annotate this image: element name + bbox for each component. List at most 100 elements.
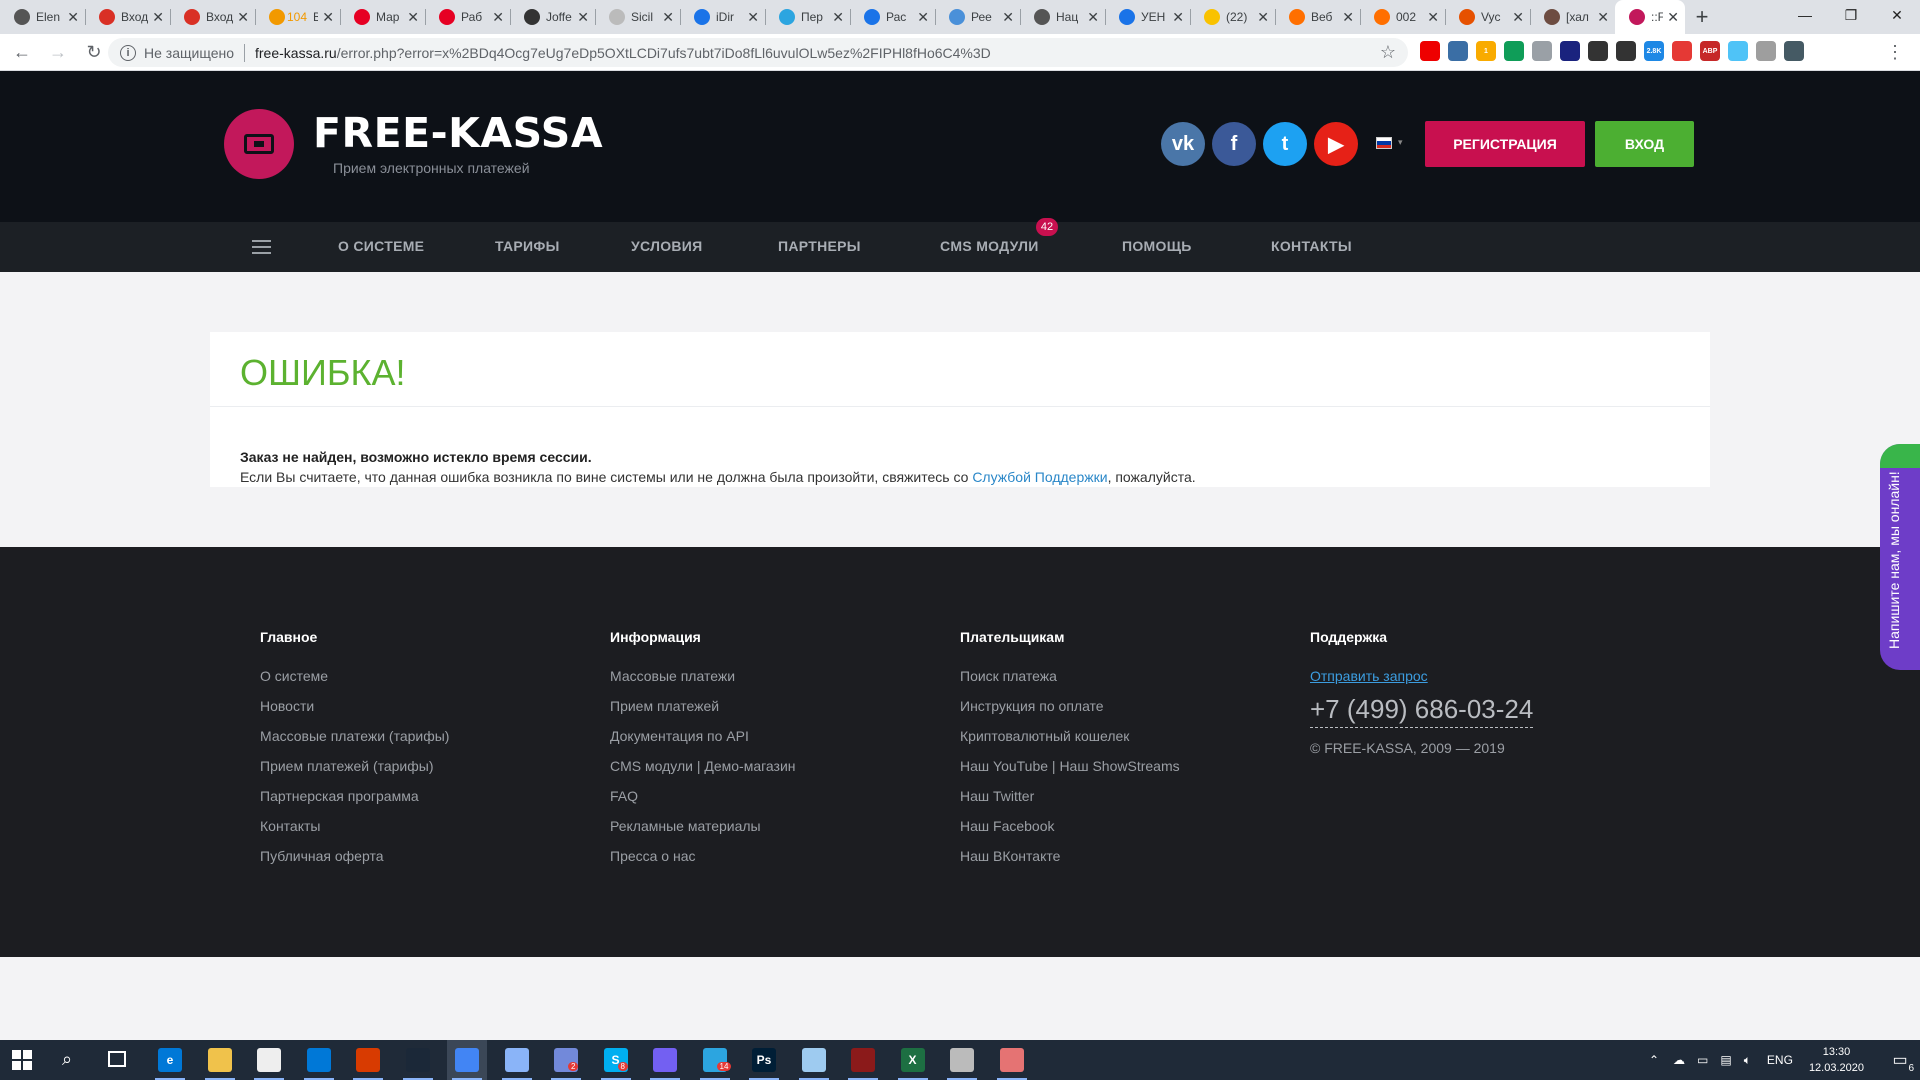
- app-icon[interactable]: [999, 1048, 1024, 1072]
- russian-flag-icon[interactable]: [1376, 137, 1392, 149]
- pipette-ext-icon[interactable]: [1616, 41, 1636, 61]
- bookmark-star-icon[interactable]: ☆: [1380, 42, 1396, 63]
- send-request-link[interactable]: Отправить запрос: [1310, 668, 1533, 694]
- network-icon[interactable]: ▤: [1720, 1053, 1731, 1067]
- search-icon[interactable]: ⌕: [62, 1049, 72, 1070]
- footer-link[interactable]: Наш Facebook: [960, 818, 1180, 848]
- tab-close-icon[interactable]: ✕: [577, 9, 589, 26]
- counter-ext-icon[interactable]: 2.8K: [1644, 41, 1664, 61]
- browser-tab-active[interactable]: ::Fre✕: [1615, 0, 1685, 34]
- footer-link[interactable]: Наш YouTube | Наш ShowStreams: [960, 758, 1180, 788]
- browser-tab[interactable]: iDir ✕: [680, 0, 765, 34]
- browser-tab[interactable]: Вход ✕: [85, 0, 170, 34]
- drive-icon[interactable]: [1504, 41, 1524, 61]
- browser-tab[interactable]: Вход ✕: [170, 0, 255, 34]
- browser-tab[interactable]: [хал ✕: [1530, 0, 1615, 34]
- printer-icon[interactable]: [950, 1048, 974, 1072]
- browser-tab[interactable]: Мар ✕: [340, 0, 425, 34]
- footer-link[interactable]: CMS модули | Демо-магазин: [610, 758, 796, 788]
- nav-contacts[interactable]: КОНТАКТЫ: [1271, 238, 1352, 254]
- hamburger-menu-icon[interactable]: [252, 240, 271, 254]
- language-indicator[interactable]: ENG: [1767, 1053, 1793, 1067]
- language-caret-icon[interactable]: ▾: [1398, 137, 1403, 148]
- forward-icon[interactable]: →: [44, 38, 72, 66]
- notepad-icon[interactable]: [801, 1048, 826, 1072]
- youtube-icon[interactable]: ▶: [1314, 122, 1358, 166]
- register-button[interactable]: РЕГИСТРАЦИЯ: [1425, 121, 1585, 167]
- tab-close-icon[interactable]: ✕: [237, 9, 249, 26]
- new-tab-button[interactable]: +: [1685, 0, 1719, 34]
- nav-about[interactable]: О СИСТЕМЕ: [338, 238, 424, 254]
- keep-icon[interactable]: 1: [1476, 41, 1496, 61]
- chrome-icon[interactable]: [455, 1048, 479, 1072]
- tab-close-icon[interactable]: ✕: [662, 9, 674, 26]
- browser-tab[interactable]: Рас ✕: [850, 0, 935, 34]
- adblock-icon[interactable]: ABP: [1700, 41, 1720, 61]
- explorer-icon[interactable]: [207, 1048, 232, 1072]
- nav-terms[interactable]: УСЛОВИЯ: [631, 238, 703, 254]
- footer-link[interactable]: Наш Twitter: [960, 788, 1180, 818]
- footer-link[interactable]: Документация по API: [610, 728, 796, 758]
- nav-cms-modules[interactable]: CMS МОДУЛИ: [940, 238, 1039, 254]
- browser-tab[interactable]: Веб ✕: [1275, 0, 1360, 34]
- opera-icon[interactable]: [1420, 41, 1440, 61]
- logo-title[interactable]: FREE-KASSA: [313, 109, 603, 157]
- disable-ext-icon[interactable]: [1756, 41, 1776, 61]
- edge-icon[interactable]: e: [158, 1048, 182, 1072]
- vk-icon[interactable]: vk: [1161, 122, 1205, 166]
- tab-close-icon[interactable]: ✕: [492, 9, 504, 26]
- winrar-icon[interactable]: [851, 1048, 875, 1072]
- tab-close-icon[interactable]: ✕: [1002, 9, 1014, 26]
- reload-icon[interactable]: ↻: [80, 38, 108, 66]
- cloud-icon[interactable]: ☁: [1673, 1053, 1685, 1067]
- browser-tab[interactable]: (22) ✕: [1190, 0, 1275, 34]
- excel-icon[interactable]: X: [900, 1048, 925, 1072]
- office-icon[interactable]: [356, 1048, 380, 1072]
- footer-link[interactable]: Инструкция по оплате: [960, 698, 1180, 728]
- tab-close-icon[interactable]: ✕: [1172, 9, 1184, 26]
- browser-tab[interactable]: Раб ✕: [425, 0, 510, 34]
- footer-link[interactable]: Прием платежей (тарифы): [260, 758, 449, 788]
- twitter-icon[interactable]: t: [1263, 122, 1307, 166]
- tab-close-icon[interactable]: ✕: [1342, 9, 1354, 26]
- footer-link[interactable]: Партнерская программа: [260, 788, 449, 818]
- info-icon[interactable]: i: [120, 44, 136, 61]
- tab-close-icon[interactable]: ✕: [1597, 9, 1609, 26]
- browser-tab[interactable]: Нац ✕: [1020, 0, 1105, 34]
- paint-icon[interactable]: [504, 1048, 529, 1072]
- footer-link[interactable]: Массовые платежи (тарифы): [260, 728, 449, 758]
- footer-link[interactable]: Прием платежей: [610, 698, 796, 728]
- menu-kebab-icon[interactable]: ⋮: [1886, 42, 1904, 63]
- facebook-icon[interactable]: f: [1212, 122, 1256, 166]
- tab-close-icon[interactable]: ✕: [1257, 9, 1269, 26]
- footer-link[interactable]: Новости: [260, 698, 449, 728]
- support-phone[interactable]: +7 (499) 686-03-24: [1310, 694, 1534, 728]
- footer-link[interactable]: Публичная оферта: [260, 848, 449, 878]
- chat-widget[interactable]: Напишите нам, мы онлайн!: [1880, 444, 1920, 670]
- footer-link[interactable]: Криптовалютный кошелек: [960, 728, 1180, 758]
- address-bar[interactable]: i Не защищено free-kassa.ru /error.php?e…: [108, 38, 1408, 67]
- browser-tab[interactable]: Пер ✕: [765, 0, 850, 34]
- browser-tab[interactable]: 104 Все✕: [255, 0, 340, 34]
- play-ext-icon[interactable]: [1560, 41, 1580, 61]
- back-icon[interactable]: ←: [8, 38, 36, 66]
- tab-close-icon[interactable]: ✕: [407, 9, 419, 26]
- clock[interactable]: 13:30 12.03.2020: [1809, 1044, 1864, 1076]
- gear-ext-icon[interactable]: [1448, 41, 1468, 61]
- tab-close-icon[interactable]: ✕: [67, 9, 79, 26]
- tab-close-icon[interactable]: ✕: [1512, 9, 1524, 26]
- footer-link[interactable]: Наш ВКонтакте: [960, 848, 1180, 878]
- code-ext-icon[interactable]: [1532, 41, 1552, 61]
- tab-close-icon[interactable]: ✕: [832, 9, 844, 26]
- nav-partners[interactable]: ПАРТНЕРЫ: [778, 238, 861, 254]
- footer-link[interactable]: О системе: [260, 668, 449, 698]
- notifications-icon[interactable]: ▭ 6: [1880, 1040, 1920, 1080]
- tab-close-icon[interactable]: ✕: [322, 9, 334, 26]
- browser-tab[interactable]: УЕН ✕: [1105, 0, 1190, 34]
- photoshop-icon[interactable]: Ps: [752, 1048, 776, 1072]
- tab-close-icon[interactable]: ✕: [747, 9, 759, 26]
- tray-expand-icon[interactable]: ⌃: [1649, 1053, 1659, 1067]
- profile-avatar-icon[interactable]: [1784, 41, 1804, 61]
- footer-link[interactable]: FAQ: [610, 788, 796, 818]
- browser-tab[interactable]: Рее ✕: [935, 0, 1020, 34]
